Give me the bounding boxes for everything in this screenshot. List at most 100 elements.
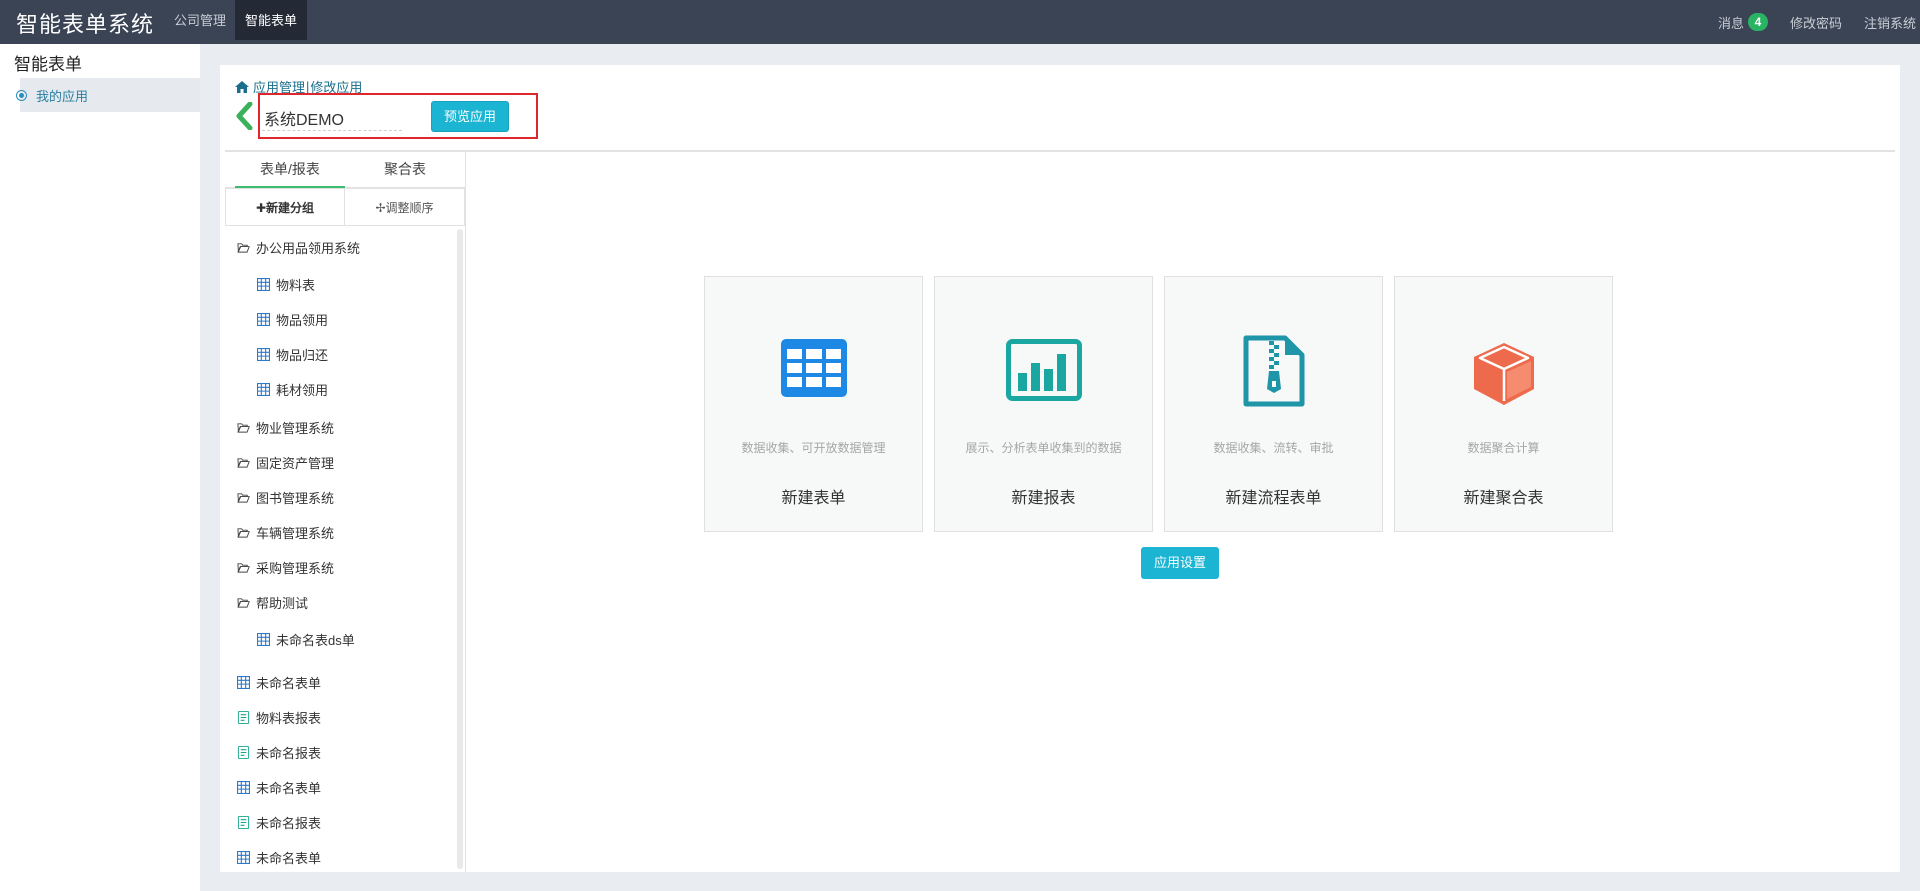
messages-count-badge: 4 (1747, 13, 1768, 31)
tree-node-label: 未命名表单 (256, 850, 322, 866)
top-right-links: 消息 4 修改密码 注销系统 (1718, 0, 1920, 44)
chevron-left-icon[interactable] (235, 102, 253, 130)
divider (225, 150, 1895, 152)
folder-open-icon (237, 491, 250, 504)
card-title: 新建聚合表 (1463, 490, 1544, 507)
tree-node[interactable]: 物品领用 (257, 307, 328, 331)
tree-node-label: 物料表 (276, 277, 316, 293)
table-icon (237, 675, 250, 689)
app-name-input[interactable] (262, 105, 402, 131)
card-description: 数据聚合计算 (1467, 441, 1540, 455)
nav-smart-form[interactable]: 智能表单 (235, 0, 308, 40)
tree-node[interactable]: 采购管理系统 (237, 555, 334, 579)
grid-table-icon (780, 339, 847, 397)
new-workflow-form-card[interactable]: 数据收集、流转、审批 新建流程表单 (1164, 276, 1383, 532)
sidebar-item-my-apps[interactable]: 我的应用 (20, 78, 200, 112)
tree-node-label: 固定资产管理 (256, 455, 335, 471)
tree-node[interactable]: 物业管理系统 (237, 415, 334, 439)
tree-node-label: 采购管理系统 (256, 560, 335, 576)
folder-open-icon (237, 421, 250, 434)
tree-node[interactable]: 车辆管理系统 (237, 520, 334, 544)
folder-open-icon (237, 596, 250, 609)
new-aggregate-table-card[interactable]: 数据聚合计算 新建聚合表 (1394, 276, 1613, 532)
table-icon (257, 312, 270, 326)
table-icon (257, 347, 270, 361)
tree-node[interactable]: 固定资产管理 (237, 450, 334, 474)
tree-node[interactable]: 未命名表单 (237, 775, 321, 799)
tree-node-label: 物品归还 (276, 347, 329, 363)
breadcrumb-separator: | (306, 79, 310, 94)
app-settings-button[interactable]: 应用设置 (1141, 547, 1219, 579)
main-panel: 应用管理 | 修改应用 预览应用 表单/报表 聚合表 ✚新建分组 ✢调整顺序 办… (220, 65, 1900, 872)
card-title: 新建表单 (781, 490, 846, 507)
top-navbar: 智能表单系统 公司管理 智能表单 消息 4 修改密码 注销系统 (0, 0, 1920, 44)
bar-chart-icon (1005, 339, 1082, 401)
tree-node[interactable]: 物品归还 (257, 342, 328, 366)
tree-node-label: 帮助测试 (256, 595, 309, 611)
tab-forms-reports[interactable]: 表单/报表 (235, 152, 345, 188)
tree-node[interactable]: 未命名表单 (237, 670, 321, 694)
tree-node-label: 未命名表单 (256, 675, 322, 691)
tab-aggregate[interactable]: 聚合表 (345, 152, 465, 188)
card-title: 新建报表 (1011, 490, 1076, 507)
logout-link[interactable]: 注销系统 (1864, 13, 1916, 32)
tree-node[interactable]: 未命名表ds单 (257, 627, 355, 651)
tree-node[interactable]: 帮助测试 (237, 590, 308, 614)
radio-selected-icon (16, 90, 27, 101)
table-icon (257, 277, 270, 291)
new-group-button[interactable]: ✚新建分组 (225, 188, 345, 226)
preview-app-button[interactable]: 预览应用 (431, 101, 509, 132)
tree-node-label: 图书管理系统 (256, 490, 335, 506)
tree-node-label: 未命名表ds单 (276, 632, 355, 648)
sidebar-title: 智能表单 (14, 55, 82, 74)
table-icon (257, 382, 270, 396)
tree-node[interactable]: 物料表报表 (237, 705, 321, 729)
table-icon (257, 632, 270, 646)
tree-node[interactable]: 图书管理系统 (237, 485, 334, 509)
change-password-link[interactable]: 修改密码 (1790, 13, 1842, 32)
zip-file-icon (1243, 335, 1304, 407)
table-icon (237, 780, 250, 794)
home-icon (235, 80, 249, 93)
tree-tabs: 表单/报表 聚合表 (225, 152, 465, 188)
tree-node-label: 物业管理系统 (256, 420, 335, 436)
card-title: 新建流程表单 (1225, 490, 1322, 507)
tree-node-label: 物品领用 (276, 312, 329, 328)
sidebar-item-label: 我的应用 (36, 88, 89, 104)
report-icon (237, 710, 250, 724)
sidebar: 智能表单 我的应用 (0, 44, 200, 891)
tree-scrollbar[interactable] (457, 229, 463, 869)
form-tree-panel: 表单/报表 聚合表 ✚新建分组 ✢调整顺序 办公用品领用系统物料表物品领用物品归… (225, 152, 466, 872)
reorder-button[interactable]: ✢调整顺序 (345, 188, 465, 226)
tree-node-label: 耗材领用 (276, 382, 329, 398)
tree-node[interactable]: 未命名报表 (237, 810, 321, 834)
new-report-card[interactable]: 展示、分析表单收集到的数据 新建报表 (934, 276, 1153, 532)
tree-node[interactable]: 耗材领用 (257, 377, 328, 401)
tree-node[interactable]: 办公用品领用系统 (237, 235, 360, 259)
folder-open-icon (237, 526, 250, 539)
tree-node[interactable]: 未命名报表 (237, 740, 321, 764)
table-icon (237, 850, 250, 864)
messages-label: 消息 (1717, 15, 1744, 31)
tree-node[interactable]: 未命名表单 (237, 845, 321, 869)
tree-node-label: 物料表报表 (256, 710, 322, 726)
tree-node-label: 办公用品领用系统 (256, 240, 361, 256)
folder-open-icon (237, 561, 250, 574)
tree-node-label: 车辆管理系统 (256, 525, 335, 541)
cube-icon (1473, 343, 1534, 405)
card-description: 数据收集、流转、审批 (1213, 441, 1334, 455)
folder-open-icon (237, 241, 250, 254)
tree-node[interactable]: 物料表 (257, 272, 315, 296)
tree-actions: ✚新建分组 ✢调整顺序 (225, 188, 465, 226)
tree-node-label: 未命名表单 (256, 780, 322, 796)
nav-company-manage[interactable]: 公司管理 (164, 0, 236, 40)
tree-node-label: 未命名报表 (256, 745, 322, 761)
card-description: 数据收集、可开放数据管理 (741, 441, 886, 455)
tree-node-label: 未命名报表 (256, 815, 322, 831)
card-description: 展示、分析表单收集到的数据 (965, 441, 1122, 455)
messages-link[interactable]: 消息 4 (1718, 13, 1768, 32)
folder-open-icon (237, 456, 250, 469)
brand-title: 智能表单系统 (16, 12, 155, 37)
new-form-card[interactable]: 数据收集、可开放数据管理 新建表单 (704, 276, 923, 532)
report-icon (237, 745, 250, 759)
